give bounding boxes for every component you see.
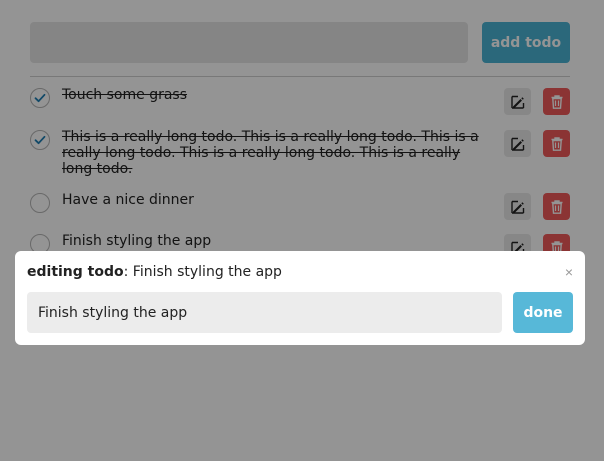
modal-backdrop[interactable] [0,0,604,461]
close-icon[interactable]: × [560,263,578,281]
modal-title-todo: : Finish styling the app [123,264,282,280]
edit-todo-input[interactable] [27,292,502,333]
edit-todo-modal: editing todo: Finish styling the app × d… [15,251,585,345]
done-button[interactable]: done [513,292,573,333]
modal-title-label: editing todo [27,264,124,280]
modal-title: editing todo: Finish styling the app [27,264,282,280]
